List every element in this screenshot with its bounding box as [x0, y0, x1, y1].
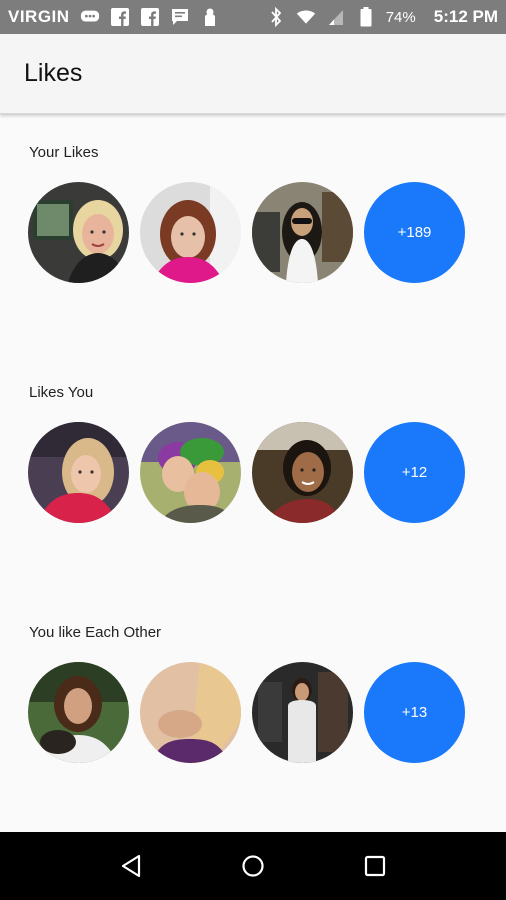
more-mutual-likes-button[interactable]: +13 [364, 662, 465, 763]
chat-icon [170, 7, 190, 27]
avatar[interactable] [28, 422, 129, 523]
more-count-label: +12 [401, 464, 428, 481]
avatar[interactable] [28, 182, 129, 283]
avatar[interactable] [140, 422, 241, 523]
avatar-row: +12 [28, 422, 465, 523]
home-icon[interactable] [233, 846, 273, 886]
section-label: Likes You [29, 384, 94, 401]
avatar[interactable] [252, 422, 353, 523]
battery-icon [356, 7, 376, 27]
signal-icon [326, 7, 346, 27]
section-label: You like Each Other [29, 624, 162, 641]
avatar[interactable] [140, 662, 241, 763]
avatar-row: +13 [28, 662, 465, 763]
navigation-bar [0, 832, 506, 900]
more-count-label: +13 [401, 704, 428, 721]
avatar[interactable] [140, 182, 241, 283]
more-likes-you-button[interactable]: +12 [364, 422, 465, 523]
notification-icon [200, 7, 220, 27]
page-title: Likes [24, 59, 83, 87]
more-likes-button[interactable]: +189 [364, 182, 465, 283]
avatar[interactable] [252, 182, 353, 283]
facebook-icon [110, 7, 130, 27]
bluetooth-icon [266, 7, 286, 27]
clock: 5:12 PM [433, 7, 498, 26]
avatar[interactable] [252, 662, 353, 763]
carrier-label: VIRGIN [8, 7, 70, 26]
app-bar: Likes [0, 34, 506, 114]
message-icon [80, 7, 100, 27]
status-bar: VIRGIN 74% 5:12 PM [0, 0, 506, 34]
wifi-icon [296, 7, 316, 27]
more-count-label: +189 [397, 224, 432, 241]
avatar[interactable] [28, 662, 129, 763]
status-right: 74% 5:12 PM [266, 7, 498, 27]
facebook-icon [140, 7, 160, 27]
section-label: Your Likes [29, 144, 99, 161]
battery-percentage: 74% [385, 8, 416, 26]
status-left: VIRGIN [8, 7, 220, 27]
recents-icon[interactable] [355, 846, 395, 886]
back-icon[interactable] [111, 846, 151, 886]
avatar-row: +189 [28, 182, 465, 283]
